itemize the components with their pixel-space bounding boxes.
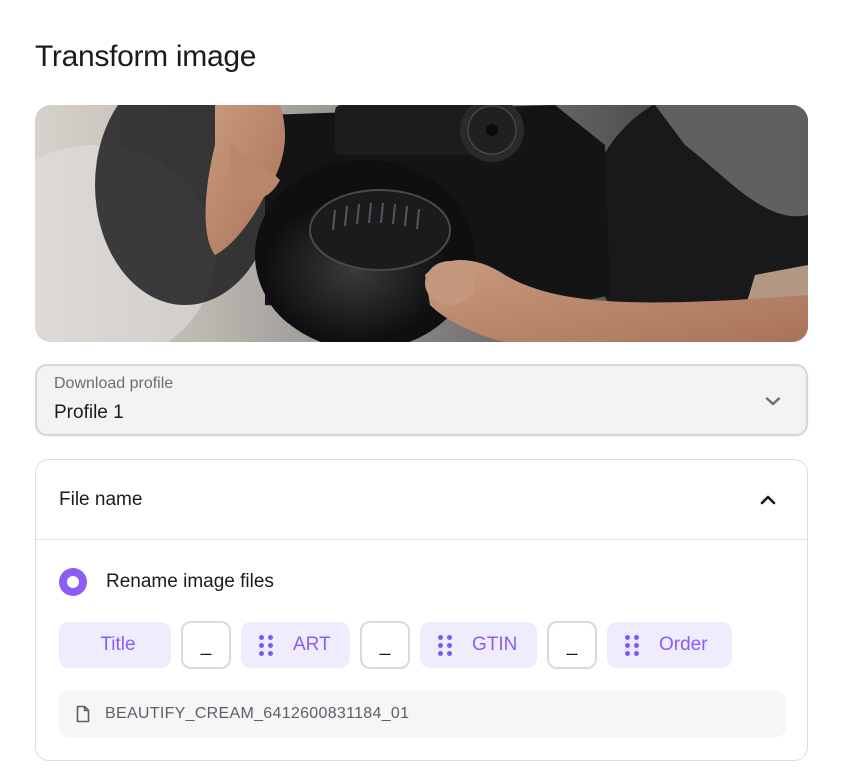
token-order[interactable]: Order [607,622,732,668]
drag-handle-icon[interactable] [625,635,639,656]
token-art[interactable]: ART [241,622,350,668]
separator-input-2[interactable]: _ [360,621,410,669]
drag-handle-icon[interactable] [438,635,452,656]
token-gtin[interactable]: GTIN [420,622,537,668]
rename-radio-label: Rename image files [106,571,274,592]
download-profile-value: Profile 1 [54,402,124,423]
file-name-header[interactable]: File name [36,460,807,540]
rename-image-files-option[interactable]: Rename image files [59,567,274,597]
page-title: Transform image [35,40,257,73]
chevron-up-icon[interactable] [759,491,777,509]
download-profile-label: Download profile [54,375,174,392]
download-profile-select[interactable]: Download profile Profile 1 [35,364,808,436]
file-name-preview: BEAUTIFY_CREAM_6412600831184_01 [59,691,786,737]
token-title[interactable]: Title [59,622,171,668]
token-order-label: Order [659,634,708,655]
file-name-preview-text: BEAUTIFY_CREAM_6412600831184_01 [105,705,410,722]
drag-handle-icon[interactable] [259,635,273,656]
chevron-down-icon [765,397,781,406]
token-gtin-label: GTIN [472,634,518,655]
file-name-title: File name [59,489,143,510]
separator-input-1[interactable]: _ [181,621,231,669]
token-title-label: Title [100,634,136,655]
separator-input-3[interactable]: _ [547,621,597,669]
file-name-panel: File name Rename image files Title _ ART… [35,459,808,761]
hero-image [35,105,808,342]
camera-photo [35,105,808,342]
rename-radio[interactable] [59,568,87,596]
file-icon [76,705,90,723]
token-art-label: ART [293,634,331,655]
transform-image-page: Transform image Download profile Profile… [0,0,842,784]
file-name-token-list: Title _ ART _ GTIN _ Order [59,621,732,669]
